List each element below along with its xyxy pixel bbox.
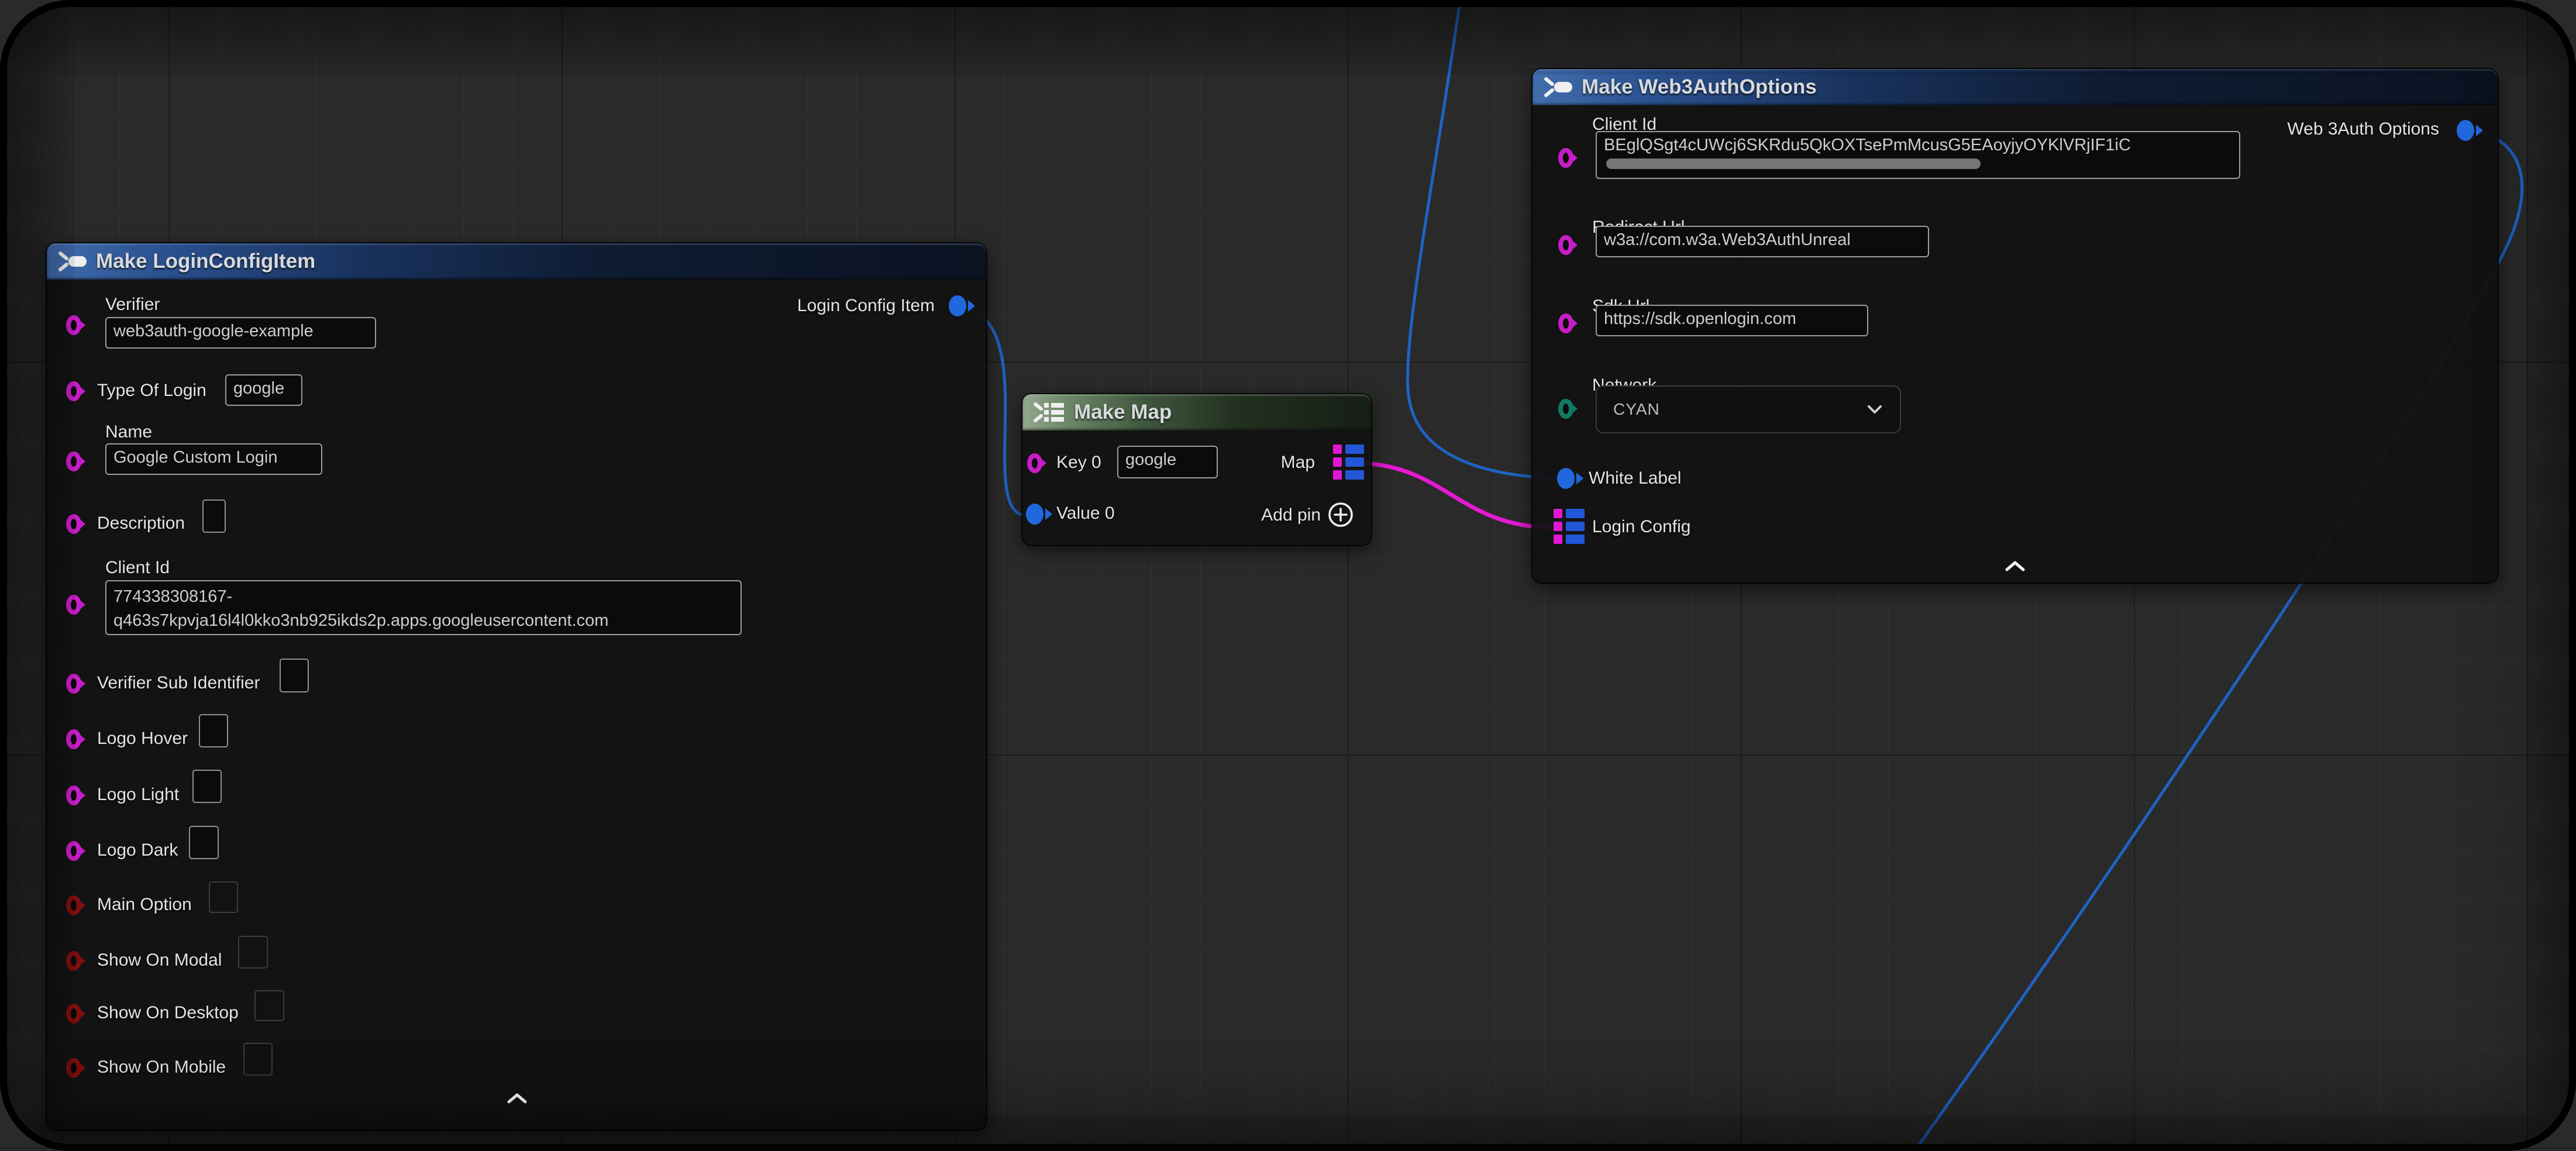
pin-label-value-0: Value 0 [1056,504,1115,523]
pin-name[interactable] [66,452,81,471]
make-map-icon [1033,399,1066,426]
verifier-sub-identifier-input[interactable] [280,659,309,692]
pin-label-show-on-mobile: Show On Mobile [97,1057,226,1077]
show-on-mobile-checkbox[interactable] [243,1043,273,1076]
pin-label-logo-hover: Logo Hover [97,729,188,749]
output-pin-label: Web 3Auth Options [2287,119,2439,139]
pin-label-login-config: Login Config [1592,517,1690,537]
pin-label-key-0: Key 0 [1056,453,1101,473]
node-make-loginconfigitem[interactable]: Make LoginConfigItem Login Config Item V… [47,243,986,1130]
pin-label-logo-light: Logo Light [97,785,179,805]
pin-show-on-mobile[interactable] [66,1058,81,1078]
add-pin-icon[interactable] [1327,501,1355,529]
node-make-map[interactable]: Make Map Key 0 google Map Value 0 Add pi… [1022,394,1371,545]
make-struct-icon [1543,74,1573,101]
output-pin-label: Login Config Item [797,296,935,316]
pin-label-name: Name [105,422,152,442]
pin-white-label[interactable] [1557,468,1575,489]
pin-client-id[interactable] [1558,148,1573,168]
main-option-checkbox[interactable] [209,881,238,913]
pin-sdk-url[interactable] [1558,313,1573,333]
description-input[interactable] [202,499,226,533]
pin-logo-hover[interactable] [66,729,81,749]
output-pin-map[interactable] [1333,444,1364,480]
node-title: Make LoginConfigItem [96,250,315,273]
output-pin-label-map: Map [1281,453,1315,473]
pin-type-of-login[interactable] [66,381,81,401]
pin-label-show-on-desktop: Show On Desktop [97,1003,239,1023]
redirect-url-input[interactable]: w3a://com.w3a.Web3AuthUnreal [1596,226,1929,257]
pin-label-logo-dark: Logo Dark [97,840,178,860]
pin-label-white-label: White Label [1589,468,1681,488]
logo-light-input[interactable] [192,770,222,803]
node-header-make-web3authoptions[interactable]: Make Web3AuthOptions [1532,69,2498,105]
pin-label-main-option: Main Option [97,895,192,915]
pin-description[interactable] [66,514,81,534]
pin-label-type-of-login: Type Of Login [97,381,206,401]
chevron-down-icon [1867,405,1882,414]
collapse-advanced-pins-icon[interactable] [2005,560,2026,572]
node-make-web3authoptions[interactable]: Make Web3AuthOptions Web 3Auth Options C… [1532,69,2498,583]
wire-map-to-loginconfig[interactable] [1364,463,1551,528]
pin-redirect-url[interactable] [1558,235,1573,255]
name-input[interactable]: Google Custom Login [105,443,322,475]
node-title: Make Web3AuthOptions [1582,75,1817,99]
pin-show-on-modal[interactable] [66,951,81,971]
pin-client-id[interactable] [66,595,81,615]
pin-login-config[interactable] [1554,509,1585,544]
blueprint-graph-canvas[interactable]: Make LoginConfigItem Login Config Item V… [0,0,2576,1151]
network-selected-value: CYAN [1613,400,1660,419]
pin-verifier[interactable] [66,315,81,335]
output-pin-login-config-item[interactable] [949,295,966,316]
show-on-desktop-checkbox[interactable] [254,990,284,1021]
client-id-value: BEglQSgt4cUWcj6SKRdu5QkOXTsePmMcusG5EAoy… [1604,136,2232,155]
pin-verifier-sub-identifier[interactable] [66,674,81,694]
sdk-url-input[interactable]: https://sdk.openlogin.com [1596,305,1868,336]
pin-label-verifier-sub-identifier: Verifier Sub Identifier [97,673,260,693]
pin-label-client-id: Client Id [105,558,170,578]
pin-label-description: Description [97,514,185,533]
pin-key-0[interactable] [1027,453,1042,473]
make-struct-icon [57,248,88,275]
node-title: Make Map [1074,401,1172,424]
client-id-line2: q463s7kpvja16l4l0kko3nb925ikds2p.apps.go… [113,609,733,633]
output-pin-web3auth-options[interactable] [2457,120,2474,141]
key-0-input[interactable]: google [1117,446,1218,478]
client-id-input[interactable]: 774338308167- q463s7kpvja16l4l0kko3nb925… [105,580,742,635]
logo-hover-input[interactable] [199,714,228,747]
network-dropdown[interactable]: CYAN [1596,385,1901,433]
collapse-advanced-pins-icon[interactable] [507,1093,528,1104]
pin-label-show-on-modal: Show On Modal [97,950,222,970]
pin-label-verifier: Verifier [105,295,160,315]
pin-logo-dark[interactable] [66,841,81,861]
pin-show-on-desktop[interactable] [66,1004,81,1024]
client-id-scrollbar[interactable] [1606,158,1981,169]
client-id-line1: 774338308167- [113,585,733,609]
pin-network[interactable] [1558,399,1573,419]
add-pin-label[interactable]: Add pin [1261,505,1321,525]
verifier-input[interactable]: web3auth-google-example [105,317,376,349]
type-of-login-input[interactable]: google [225,374,302,406]
logo-dark-input[interactable] [189,826,219,859]
show-on-modal-checkbox[interactable] [238,936,268,969]
node-header-make-loginconfigitem[interactable]: Make LoginConfigItem [47,243,986,280]
pin-main-option[interactable] [66,895,81,915]
node-header-make-map[interactable]: Make Map [1022,394,1371,430]
client-id-input[interactable]: BEglQSgt4cUWcj6SKRdu5QkOXTsePmMcusG5EAoy… [1596,131,2240,179]
pin-value-0[interactable] [1026,504,1044,525]
pin-logo-light[interactable] [66,785,81,805]
